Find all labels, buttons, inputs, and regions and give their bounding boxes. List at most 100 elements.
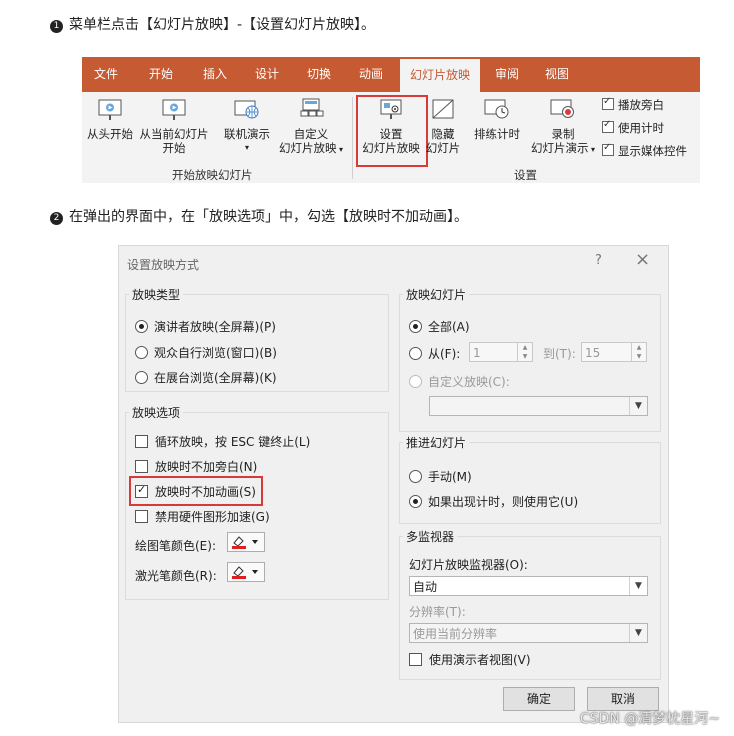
step-2-text: 2 在弹出的界面中，在「放映选项」中，勾选【放映时不加动画】。 — [50, 206, 468, 226]
hide-slide-label-2: 幻灯片 — [425, 141, 461, 155]
radio-presenter-label: 演讲者放映(全屏幕)(P) — [154, 320, 276, 334]
radio-custom-show[interactable]: 自定义放映(C): — [409, 373, 510, 390]
from-beginning-button[interactable]: 从头开始 — [84, 97, 136, 141]
watermark: CSDN @清梦枕星河~ — [579, 711, 720, 727]
monitor-label: 幻灯片放映监视器(O): — [409, 558, 528, 572]
no-narration-label: 放映时不加旁白(N) — [155, 460, 258, 474]
step-1-label: 菜单栏点击【幻灯片放映】-【设置幻灯片放映】。 — [69, 17, 376, 33]
ok-button[interactable]: 确定 — [503, 687, 575, 711]
hide-slide-label-1: 隐藏 — [431, 127, 455, 141]
online-present-button[interactable]: 联机演示 ▾ — [216, 97, 278, 155]
checkbox-icon — [135, 435, 148, 448]
presenter-view-label: 使用演示者视图(V) — [429, 653, 531, 667]
tab-insert[interactable]: 插入 — [192, 57, 238, 92]
show-media-controls-checkbox[interactable]: 显示媒体控件 — [602, 142, 687, 159]
from-slide-spinner[interactable]: 1 ▲ ▼ — [469, 342, 533, 362]
laser-color-label: 激光笔颜色(R): — [135, 569, 217, 583]
radio-disabled-icon — [409, 375, 422, 388]
no-hw-accel-checkbox[interactable]: 禁用硬件图形加速(G) — [135, 508, 270, 525]
setup-show-dialog: 设置放映方式 ? × 放映类型 演讲者放映(全屏幕)(P) 观众自行浏览(窗口)… — [118, 245, 669, 723]
help-icon[interactable]: ? — [595, 253, 602, 268]
tab-design[interactable]: 设计 — [244, 57, 290, 92]
to-label: 到(T): — [543, 347, 576, 361]
highlight-setup-box — [356, 95, 428, 167]
custom-show-select[interactable]: ▼ — [429, 396, 648, 416]
from-current-slide-button[interactable]: 从当前幻灯片 开始 — [136, 97, 212, 155]
close-icon[interactable]: × — [635, 249, 650, 270]
tab-home[interactable]: 开始 — [138, 57, 184, 92]
checkbox-icon — [135, 510, 148, 523]
show-slides-title: 放映幻灯片 — [403, 286, 470, 303]
spinner-arrows-icon[interactable]: ▲ ▼ — [517, 343, 532, 361]
radio-kiosk[interactable]: 在展台浏览(全屏幕)(K) — [135, 369, 277, 386]
tab-animations[interactable]: 动画 — [348, 57, 394, 92]
record-chevron-down-icon: ▾ — [588, 145, 596, 154]
from-current-label-1: 从当前幻灯片 — [139, 127, 209, 141]
manual-label: 手动(M) — [428, 470, 472, 484]
step-1-number: 1 — [50, 20, 63, 33]
start-group-label: 开始放映幻灯片 — [172, 168, 253, 182]
checkbox-icon — [135, 460, 148, 473]
presenter-view-checkbox[interactable]: 使用演示者视图(V) — [409, 651, 531, 668]
pen-color-label: 绘图笔颜色(E): — [135, 539, 216, 553]
checkbox-checked-icon — [602, 142, 614, 156]
play-narrations-label: 播放旁白 — [618, 98, 664, 112]
monitor-select[interactable]: 自动 ▼ — [409, 576, 648, 596]
checkbox-checked-icon — [602, 119, 614, 133]
tab-file[interactable]: 文件 — [82, 57, 130, 92]
tab-slide-show[interactable]: 幻灯片放映 — [400, 59, 480, 92]
to-slide-value: 15 — [585, 346, 601, 360]
show-media-controls-label: 显示媒体控件 — [618, 144, 687, 158]
from-beginning-label: 从头开始 — [87, 127, 133, 141]
tab-review[interactable]: 审阅 — [484, 57, 530, 92]
record-label-2: 幻灯片演示 — [530, 141, 589, 155]
resolution-select[interactable]: 使用当前分辨率 ▼ — [409, 623, 648, 643]
tab-transitions[interactable]: 切换 — [296, 57, 342, 92]
custom-show-icon — [297, 97, 325, 123]
dialog-title: 设置放映方式 — [127, 258, 200, 272]
radio-use-timings[interactable]: 如果出现计时，则使用它(U) — [409, 493, 578, 510]
use-timings-radio-label: 如果出现计时，则使用它(U) — [428, 495, 579, 509]
custom-show-chevron-down-icon: ▾ — [336, 145, 344, 154]
radio-selected-icon — [135, 320, 148, 333]
radio-selected-icon — [409, 320, 422, 333]
play-narrations-checkbox[interactable]: 播放旁白 — [602, 96, 664, 113]
monitor-value: 自动 — [413, 580, 438, 594]
advance-slides-title: 推进幻灯片 — [403, 434, 470, 451]
radio-icon — [135, 346, 148, 359]
show-options-title: 放映选项 — [129, 404, 184, 421]
ribbon: 文件 开始 插入 设计 切换 动画 幻灯片放映 审阅 视图 从头开始 从当前幻灯… — [82, 57, 700, 183]
loop-label: 循环放映，按 ESC 键终止(L) — [155, 435, 311, 449]
use-timings-label: 使用计时 — [618, 121, 664, 135]
to-slide-spinner[interactable]: 15 ▲ ▼ — [581, 342, 647, 362]
online-present-chevron-down-icon: ▾ — [244, 143, 249, 152]
chevron-down-icon: ▼ — [629, 624, 647, 642]
stopwatch-icon — [483, 97, 511, 123]
custom-slide-show-button[interactable]: 自定义 幻灯片放映 ▾ — [274, 97, 348, 157]
use-timings-checkbox[interactable]: 使用计时 — [602, 119, 664, 136]
hide-slide-button[interactable]: 隐藏 幻灯片 — [424, 97, 462, 155]
setup-group-label: 设置 — [514, 168, 537, 182]
online-present-label: 联机演示 — [224, 127, 270, 141]
radio-icon — [409, 347, 422, 360]
no-narration-checkbox[interactable]: 放映时不加旁白(N) — [135, 458, 257, 475]
slideshow-current-icon — [160, 97, 188, 123]
chevron-down-icon: ▼ — [629, 577, 647, 595]
pen-color-picker[interactable] — [227, 532, 265, 552]
radio-from-slide[interactable]: 从(F): — [409, 345, 460, 362]
record-slide-show-button[interactable]: 录制 幻灯片演示 ▾ — [526, 97, 600, 157]
radio-manual[interactable]: 手动(M) — [409, 468, 472, 485]
spinner-arrows-icon[interactable]: ▲ ▼ — [631, 343, 646, 361]
tab-view[interactable]: 视图 — [534, 57, 580, 92]
radio-all-slides[interactable]: 全部(A) — [409, 318, 470, 335]
group-separator — [352, 97, 353, 179]
laser-color-picker[interactable] — [227, 562, 265, 582]
record-label-1: 录制 — [551, 127, 575, 141]
radio-browsed-window[interactable]: 观众自行浏览(窗口)(B) — [135, 344, 277, 361]
online-present-icon — [233, 97, 261, 123]
rehearse-timings-button[interactable]: 排练计时 — [470, 97, 524, 141]
checkbox-checked-icon — [602, 96, 614, 110]
radio-presenter[interactable]: 演讲者放映(全屏幕)(P) — [135, 318, 276, 335]
loop-checkbox[interactable]: 循环放映，按 ESC 键终止(L) — [135, 433, 310, 450]
step-2-number: 2 — [50, 212, 63, 225]
